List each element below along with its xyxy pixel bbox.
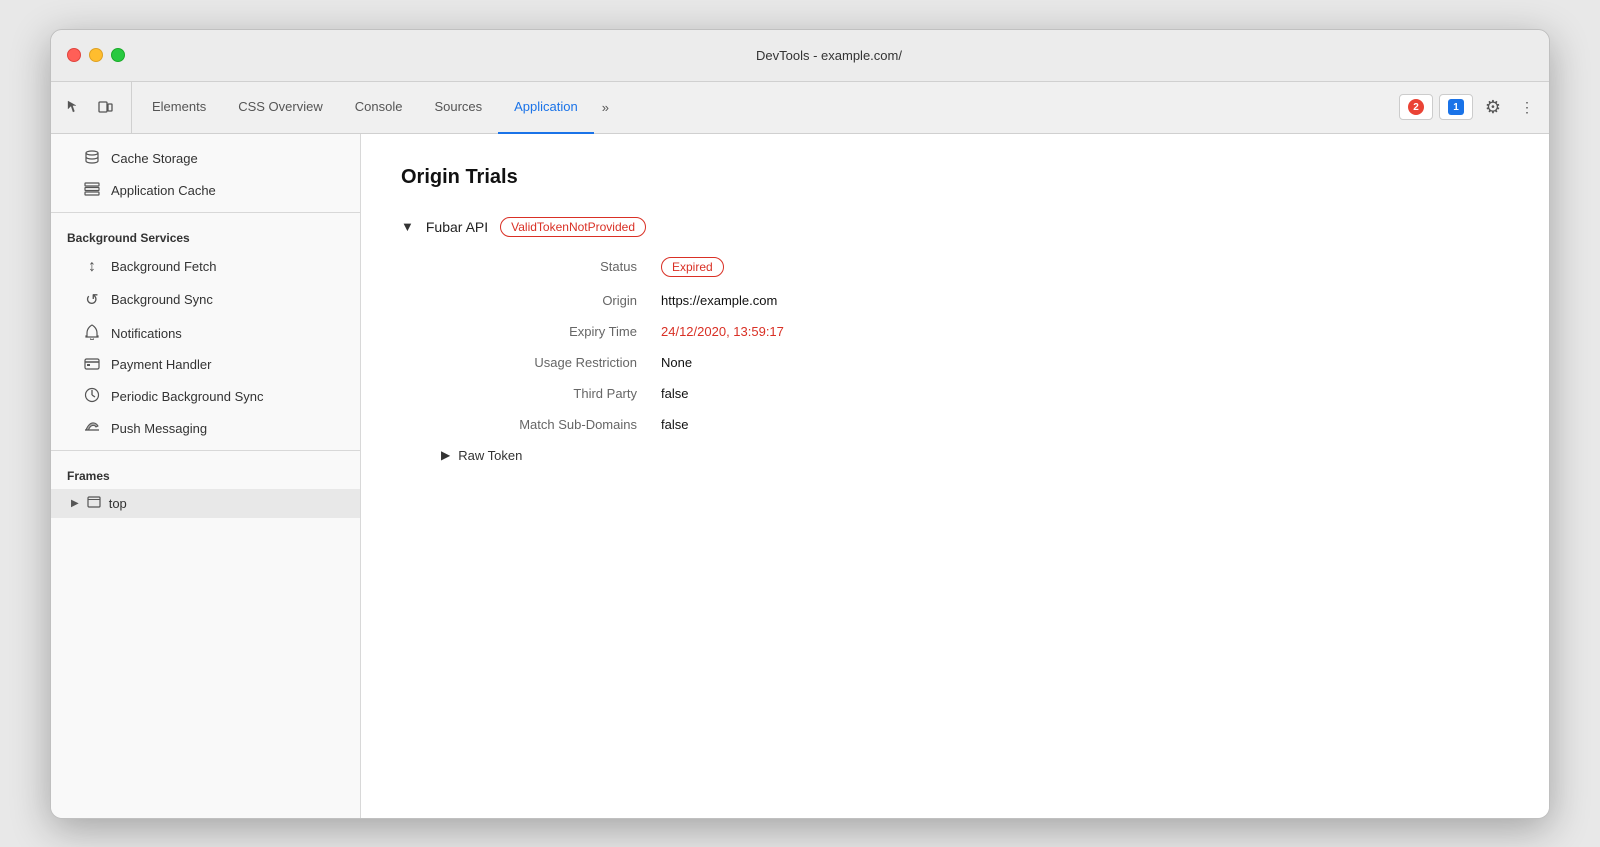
traffic-lights	[67, 48, 125, 62]
push-messaging-label: Push Messaging	[111, 421, 207, 436]
sidebar-item-background-sync[interactable]: ↺ Background Sync	[51, 283, 360, 317]
titlebar: DevTools - example.com/	[51, 30, 1549, 82]
toolbar-right: 2 1 ⚙ ⋮	[1399, 82, 1541, 133]
trial-name: Fubar API	[426, 219, 488, 235]
sub-domains-label: Match Sub-Domains	[441, 417, 661, 432]
device-toggle-icon[interactable]	[91, 93, 119, 121]
tab-css-overview[interactable]: CSS Overview	[222, 82, 339, 134]
periodic-background-sync-label: Periodic Background Sync	[111, 389, 263, 404]
frame-expand-icon: ▶	[71, 498, 79, 509]
trial-header-badge: ValidTokenNotProvided	[500, 217, 646, 237]
periodic-background-sync-icon	[83, 387, 101, 406]
tab-application[interactable]: Application	[498, 82, 594, 134]
sidebar-item-periodic-background-sync[interactable]: Periodic Background Sync	[51, 380, 360, 413]
payment-handler-label: Payment Handler	[111, 357, 211, 372]
frame-icon	[87, 496, 101, 510]
error-badge-button[interactable]: 2	[1399, 94, 1433, 120]
origin-trial-section: ▼ Fubar API ValidTokenNotProvided Status…	[401, 217, 1509, 463]
close-button[interactable]	[67, 48, 81, 62]
status-value: Expired	[661, 257, 724, 277]
main-container: Cache Storage Application Cache Backgrou…	[51, 134, 1549, 818]
detail-row-expiry: Expiry Time 24/12/2020, 13:59:17	[441, 324, 1509, 339]
detail-row-status: Status Expired	[441, 257, 1509, 277]
origin-value: https://example.com	[661, 293, 777, 308]
third-party-label: Third Party	[441, 386, 661, 401]
minimize-button[interactable]	[89, 48, 103, 62]
sidebar-item-cache-storage[interactable]: Cache Storage	[51, 142, 360, 175]
push-messaging-icon	[83, 420, 101, 437]
warning-count: 1	[1448, 99, 1464, 115]
detail-row-sub-domains: Match Sub-Domains false	[441, 417, 1509, 432]
trial-details: Status Expired Origin https://example.co…	[441, 257, 1509, 432]
sidebar-item-application-cache[interactable]: Application Cache	[51, 175, 360, 206]
toolbar: Elements CSS Overview Console Sources Ap…	[51, 82, 1549, 134]
inspect-icon[interactable]	[59, 93, 87, 121]
frame-top-label: top	[109, 496, 127, 511]
window-title: DevTools - example.com/	[125, 48, 1533, 63]
sub-domains-value: false	[661, 417, 688, 432]
cache-storage-label: Cache Storage	[111, 151, 198, 166]
status-label: Status	[441, 259, 661, 274]
detail-row-origin: Origin https://example.com	[441, 293, 1509, 308]
devtools-window: DevTools - example.com/ Elements CSS Ove	[50, 29, 1550, 819]
usage-label: Usage Restriction	[441, 355, 661, 370]
toolbar-tabs: Elements CSS Overview Console Sources Ap…	[136, 82, 1399, 133]
content-panel: Origin Trials ▼ Fubar API ValidTokenNotP…	[361, 134, 1549, 818]
application-cache-icon	[83, 182, 101, 199]
settings-icon[interactable]: ⚙	[1479, 93, 1507, 121]
page-title: Origin Trials	[401, 166, 1509, 189]
third-party-value: false	[661, 386, 688, 401]
trial-header-row: ▼ Fubar API ValidTokenNotProvided	[401, 217, 1509, 237]
tab-console[interactable]: Console	[339, 82, 419, 134]
more-tabs-button[interactable]: »	[594, 82, 617, 133]
sidebar-divider-2	[51, 450, 360, 451]
maximize-button[interactable]	[111, 48, 125, 62]
detail-row-usage: Usage Restriction None	[441, 355, 1509, 370]
raw-token-row[interactable]: ▶ Raw Token	[441, 448, 1509, 463]
sidebar-item-background-fetch[interactable]: ↕ Background Fetch	[51, 251, 360, 283]
background-sync-icon: ↺	[83, 290, 101, 310]
cache-storage-icon	[83, 149, 101, 168]
detail-row-third-party: Third Party false	[441, 386, 1509, 401]
expiry-value: 24/12/2020, 13:59:17	[661, 324, 784, 339]
background-sync-label: Background Sync	[111, 292, 213, 307]
application-cache-label: Application Cache	[111, 183, 216, 198]
usage-value: None	[661, 355, 692, 370]
frames-header: Frames	[51, 457, 360, 489]
error-count: 2	[1408, 99, 1424, 115]
warning-badge-button[interactable]: 1	[1439, 94, 1473, 120]
tab-elements[interactable]: Elements	[136, 82, 222, 134]
sidebar-item-payment-handler[interactable]: Payment Handler	[51, 350, 360, 380]
expiry-label: Expiry Time	[441, 324, 661, 339]
sidebar-item-push-messaging[interactable]: Push Messaging	[51, 413, 360, 444]
background-fetch-label: Background Fetch	[111, 259, 217, 274]
sidebar-item-frame-top[interactable]: ▶ top	[51, 489, 360, 518]
trial-expand-icon[interactable]: ▼	[401, 219, 414, 234]
background-fetch-icon: ↕	[83, 258, 101, 276]
more-options-icon[interactable]: ⋮	[1513, 93, 1541, 121]
tab-sources[interactable]: Sources	[418, 82, 498, 134]
sidebar-item-notifications[interactable]: Notifications	[51, 317, 360, 350]
sidebar: Cache Storage Application Cache Backgrou…	[51, 134, 361, 818]
background-services-header: Background Services	[51, 219, 360, 251]
payment-handler-icon	[83, 357, 101, 373]
raw-token-label: Raw Token	[458, 448, 522, 463]
raw-token-expand-icon: ▶	[441, 448, 450, 462]
toolbar-left-icons	[59, 82, 132, 133]
sidebar-divider-1	[51, 212, 360, 213]
origin-label: Origin	[441, 293, 661, 308]
notifications-label: Notifications	[111, 326, 182, 341]
notifications-icon	[83, 324, 101, 343]
